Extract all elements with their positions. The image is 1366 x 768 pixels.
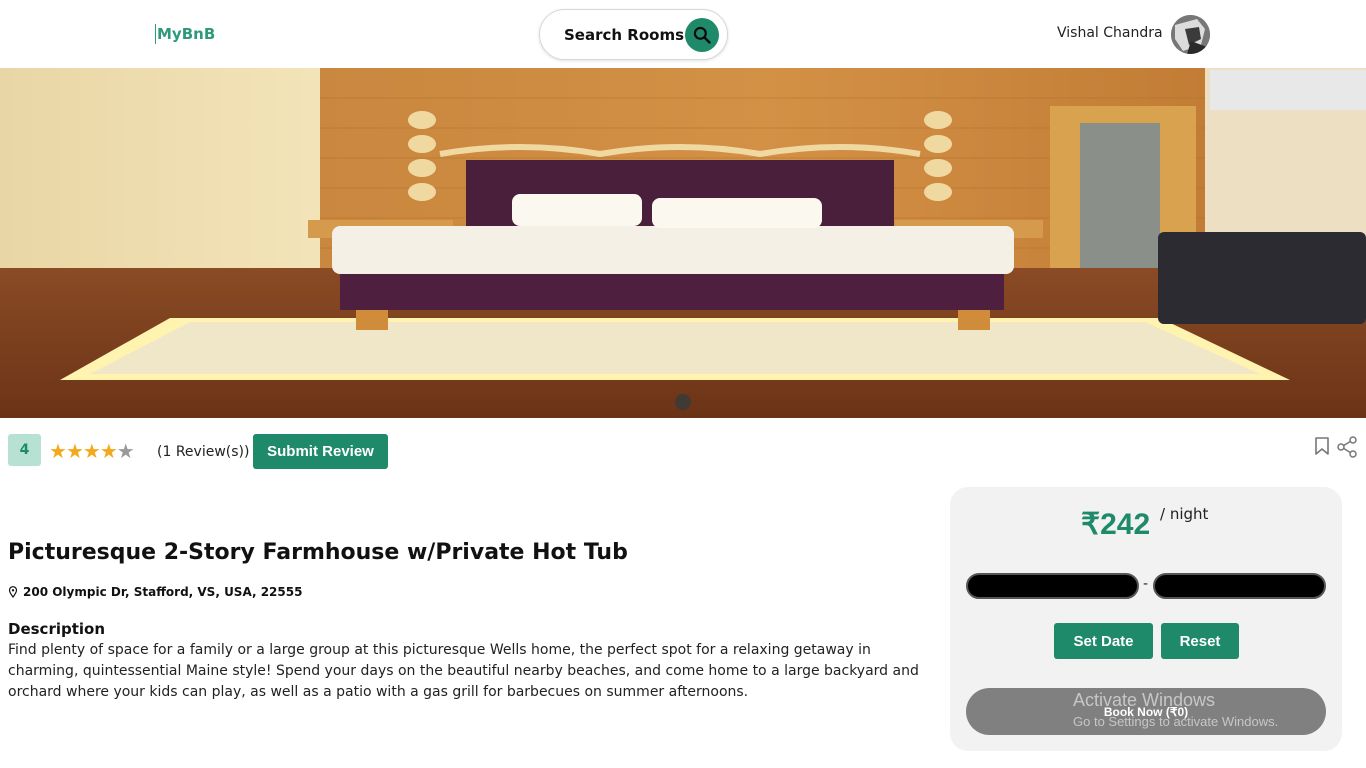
room-photo	[0, 68, 1366, 418]
star-icon: ★	[82, 439, 101, 463]
star-icon: ★	[99, 439, 118, 463]
date-separator: -	[1143, 576, 1149, 592]
description-heading: Description	[8, 620, 106, 638]
set-date-button[interactable]: Set Date	[1054, 623, 1153, 659]
bookmark-icon[interactable]	[1313, 436, 1331, 460]
share-icon[interactable]	[1336, 436, 1358, 462]
listing-address: 200 Olympic Dr, Stafford, VS, USA, 22555	[8, 585, 302, 599]
per-night-label: / night	[1160, 505, 1209, 523]
search-button[interactable]	[685, 18, 719, 52]
top-navbar: MyBnB Search Rooms Vishal Chandra	[0, 0, 1366, 68]
star-rating: ★★★★★	[49, 439, 135, 463]
review-count: (1 Review(s))	[157, 444, 250, 460]
avatar[interactable]	[1171, 15, 1210, 54]
star-icon: ★	[49, 439, 67, 463]
price-per-night: ₹242	[1081, 508, 1151, 541]
star-icon: ★	[116, 439, 135, 463]
location-pin-icon	[8, 586, 18, 598]
search-icon	[693, 26, 711, 44]
rating-score: 4	[8, 434, 41, 466]
carousel-indicator[interactable]	[675, 394, 691, 410]
submit-review-button[interactable]: Submit Review	[253, 434, 388, 469]
room-photo-carousel[interactable]	[0, 68, 1366, 418]
listing-title: Picturesque 2-Story Farmhouse w/Private …	[8, 540, 628, 565]
check-out-date-input[interactable]	[1153, 573, 1326, 599]
star-icon: ★	[65, 439, 84, 463]
description-text: Find plenty of space for a family or a l…	[8, 642, 919, 700]
avatar-image	[1171, 15, 1210, 54]
user-name[interactable]: Vishal Chandra	[1057, 25, 1163, 41]
search-rooms-bar[interactable]: Search Rooms	[539, 9, 728, 60]
search-label[interactable]: Search Rooms	[564, 26, 684, 44]
reset-button[interactable]: Reset	[1161, 623, 1239, 659]
booking-card: ₹242 / night - Set Date Reset Book Now (…	[950, 487, 1342, 751]
book-now-button[interactable]: Book Now (₹0)	[966, 688, 1326, 735]
address-text: 200 Olympic Dr, Stafford, VS, USA, 22555	[23, 585, 303, 599]
check-in-date-input[interactable]	[966, 573, 1139, 599]
logo[interactable]: MyBnB	[155, 24, 215, 44]
